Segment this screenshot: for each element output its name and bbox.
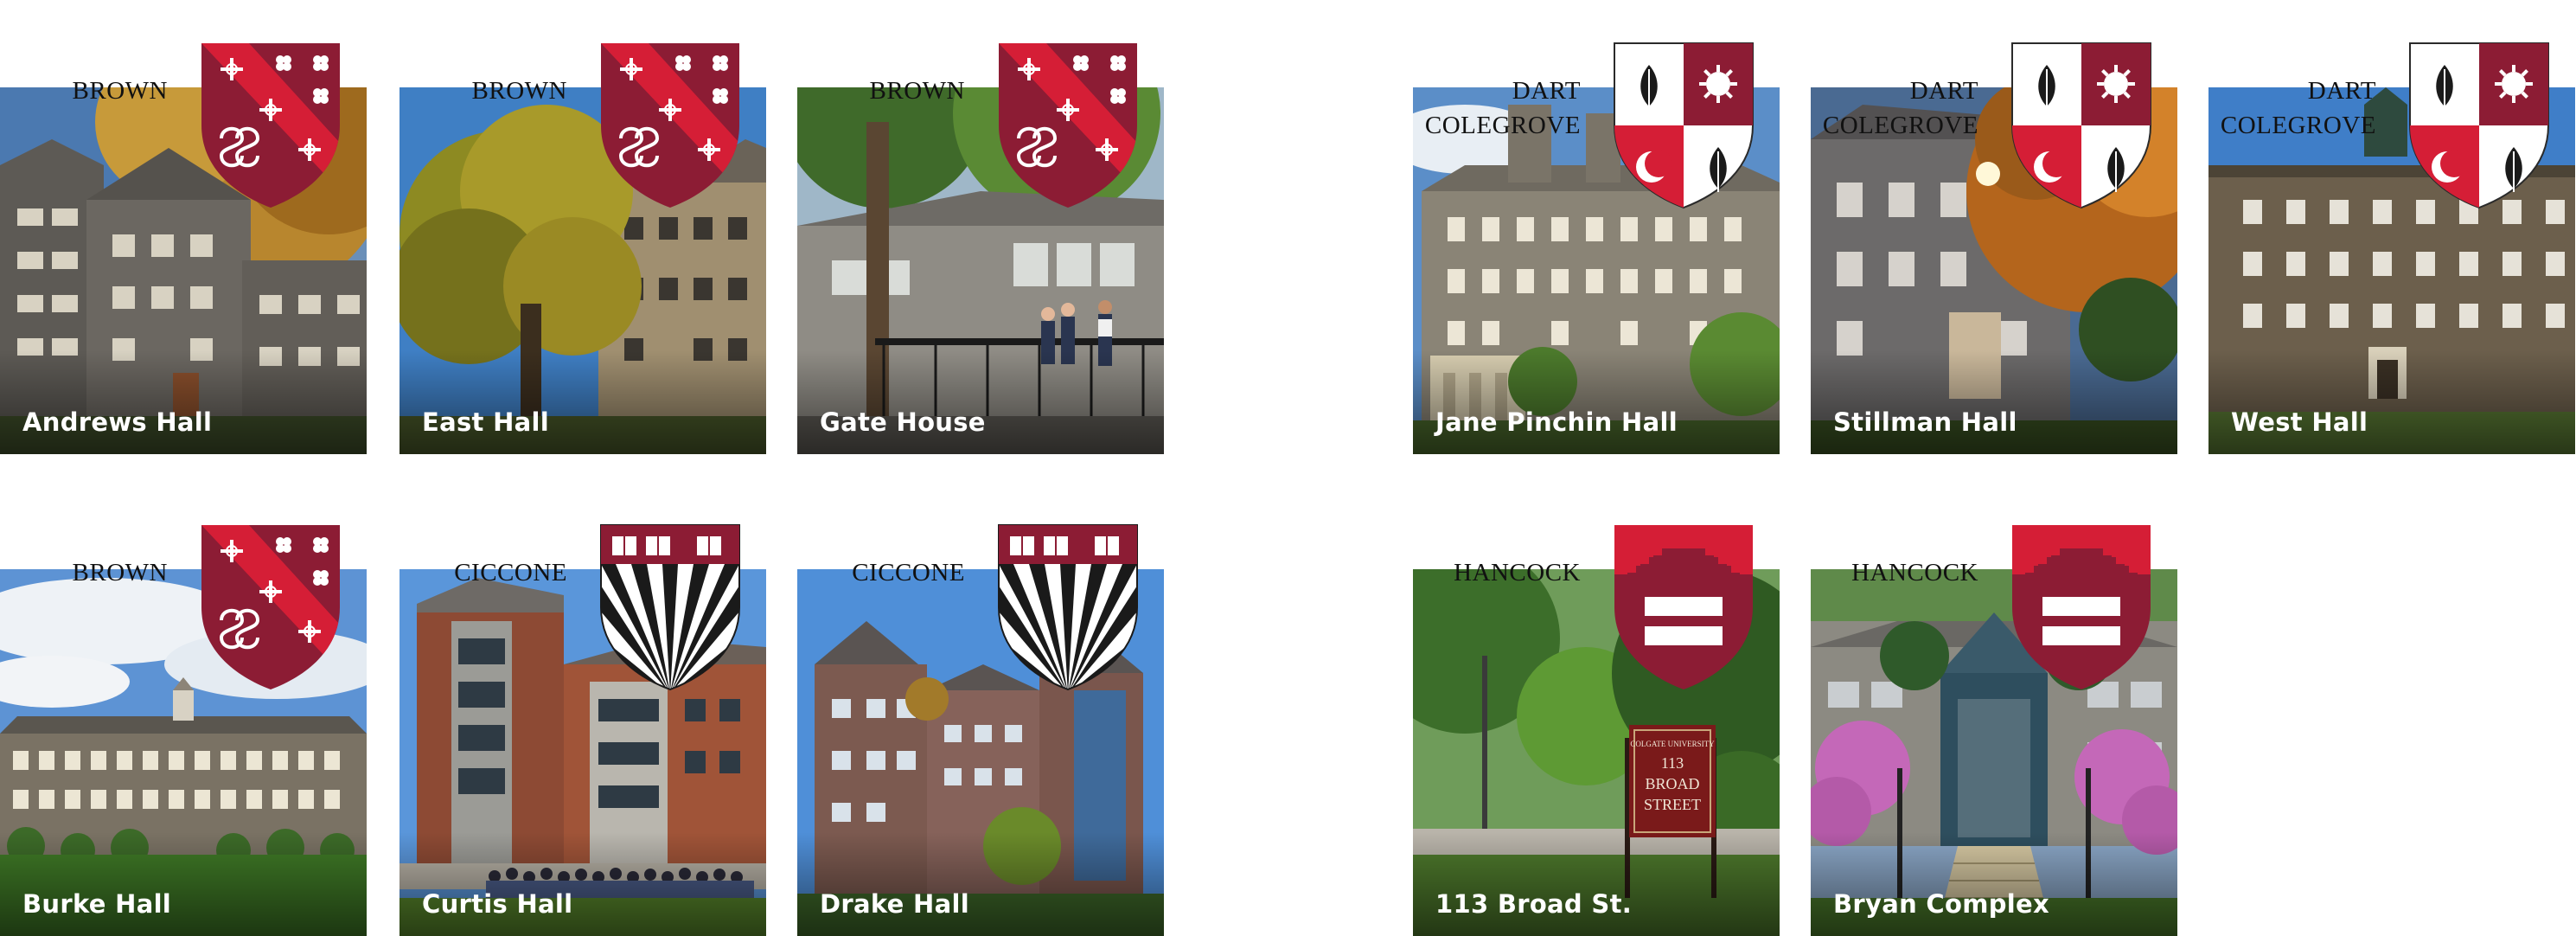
hall-name: Stillman Hall (1833, 407, 2017, 437)
hall-name: Jane Pinchin Hall (1435, 407, 1678, 437)
hall-name: 113 Broad St. (1435, 889, 1633, 919)
college-name: CICCONE (454, 559, 567, 587)
hall-card[interactable]: BROWN Gate House (797, 87, 1164, 454)
sign-university: COLGATE UNIVERSITY (1630, 740, 1715, 748)
college-name: HANCOCK (1851, 559, 1978, 587)
college-name: BROWN (72, 559, 168, 587)
college-name: DART COLEGROVE (1424, 77, 1581, 139)
brown-college-crest-icon (994, 39, 1141, 212)
hall-name: Curtis Hall (422, 889, 573, 919)
college-name: BROWN (72, 77, 168, 105)
hall-card[interactable]: BROWN Burke Hall (0, 569, 367, 936)
sign-broad: BROAD (1645, 775, 1699, 792)
college-name: DART COLEGROVE (1822, 77, 1978, 139)
residence-hall-grid: BROWN Andrews Hall BROWN East Hall BROWN… (0, 0, 2576, 936)
hall-name: East Hall (422, 407, 550, 437)
ciccone-college-crest-icon (994, 521, 1141, 694)
hall-card[interactable]: COLGATE UNIVERSITY 113 BROAD STREET HANC… (1413, 569, 1780, 936)
sign-street: STREET (1644, 796, 1701, 813)
hall-card[interactable]: BROWN Andrews Hall (0, 87, 367, 454)
ciccone-college-crest-icon (597, 521, 744, 694)
college-name: HANCOCK (1454, 559, 1581, 587)
hall-card[interactable]: DART COLEGROVE West Hall (2208, 87, 2575, 454)
college-name: CICCONE (852, 559, 965, 587)
hall-card[interactable]: HANCOCK Bryan Complex (1811, 569, 2177, 936)
sign-number: 113 (1661, 754, 1684, 772)
hall-card[interactable]: BROWN East Hall (400, 87, 766, 454)
hancock-college-crest-icon (2008, 521, 2155, 694)
colegrove-college-crest-icon (1610, 39, 1757, 212)
hancock-college-crest-icon (1610, 521, 1757, 694)
hall-name: Drake Hall (820, 889, 969, 919)
brown-college-crest-icon (197, 39, 344, 212)
hall-card[interactable]: CICCONE Drake Hall (797, 569, 1164, 936)
college-name: BROWN (471, 77, 567, 105)
college-name: DART COLEGROVE (2220, 77, 2376, 139)
hall-name: West Hall (2231, 407, 2368, 437)
colegrove-college-crest-icon (2008, 39, 2155, 212)
hall-name: Andrews Hall (22, 407, 213, 437)
colegrove-college-crest-icon (2406, 39, 2553, 212)
hall-card[interactable]: DART COLEGROVE Jane Pinchin Hall (1413, 87, 1780, 454)
hall-name: Bryan Complex (1833, 889, 2050, 919)
hall-card[interactable]: CICCONE Curtis Hall (400, 569, 766, 936)
hall-card[interactable]: DART COLEGROVE Stillman Hall (1811, 87, 2177, 454)
brown-college-crest-icon (197, 521, 344, 694)
hall-name: Burke Hall (22, 889, 172, 919)
college-name: BROWN (869, 77, 965, 105)
hall-name: Gate House (820, 407, 986, 437)
brown-college-crest-icon (597, 39, 744, 212)
